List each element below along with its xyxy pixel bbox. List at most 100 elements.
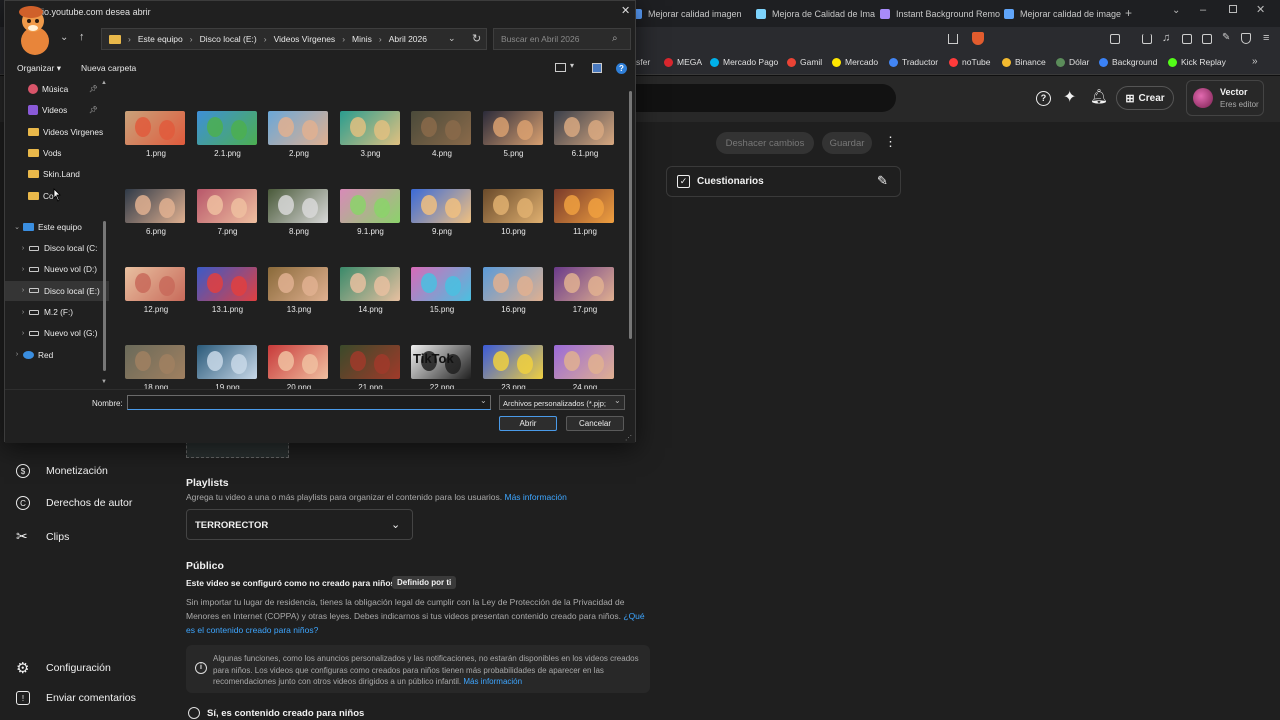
minimize-icon[interactable]: – [1200, 4, 1206, 16]
browser-tab[interactable]: Mejora de Calidad de Ima [756, 4, 875, 24]
tab-list-icon[interactable]: ⌄ [1172, 5, 1180, 16]
file-item[interactable]: 8.png [268, 189, 330, 251]
new-folder-button[interactable]: Nueva carpeta [81, 63, 136, 73]
channel-switcher[interactable]: Vector Eres editor [1186, 80, 1264, 116]
notifications-icon[interactable]: 🔔︎ [1090, 88, 1108, 105]
sidebar-item-monetization[interactable]: $ Monetización [16, 464, 108, 478]
playlists-more-info-link[interactable]: Más información [504, 492, 566, 502]
chevron-right-icon[interactable]: › [17, 330, 29, 337]
view-options-icon[interactable] [555, 63, 566, 72]
filename-input[interactable]: ⌄ [127, 395, 491, 410]
search-input[interactable]: Buscar en Abril 2026 ⌕ [493, 28, 631, 50]
nav-scroll-up-icon[interactable]: ▲ [101, 80, 107, 86]
file-item[interactable]: 16.png [482, 267, 545, 329]
save-button[interactable]: Guardar [822, 132, 872, 154]
extension-icon[interactable]: ✎ [1222, 32, 1230, 43]
file-item[interactable]: 21.png [339, 345, 402, 389]
new-tab-button[interactable]: + [1125, 6, 1132, 20]
open-button[interactable]: Abrir [499, 416, 557, 431]
file-item[interactable]: 1.png [125, 111, 187, 173]
breadcrumb-item[interactable]: Abril 2026 [389, 34, 427, 44]
preview-pane-icon[interactable] [592, 63, 602, 73]
tree-item[interactable]: › Disco local (C: [5, 238, 109, 258]
file-item[interactable]: 2.png [268, 111, 330, 173]
filename-dropdown-icon[interactable]: ⌄ [480, 396, 487, 405]
file-item[interactable]: 6.1.png [554, 111, 616, 173]
nav-scrollbar[interactable] [103, 221, 106, 371]
file-item[interactable]: 24.png [554, 345, 616, 389]
nav-item[interactable]: Skin.Land [5, 164, 109, 184]
file-item[interactable]: TikTok 22.png [411, 345, 473, 389]
nav-scroll-down-icon[interactable]: ▼ [101, 379, 107, 385]
file-item[interactable]: 14.png [339, 267, 402, 329]
file-item[interactable]: 12.png [125, 267, 187, 329]
nav-item[interactable]: Videos Virgenes [5, 122, 109, 142]
playlist-dropdown[interactable]: TERRORECTOR ⌄ [186, 509, 413, 540]
chevron-right-icon[interactable]: › [11, 351, 23, 358]
browser-tab[interactable]: Instant Background Remo [880, 4, 1000, 24]
maximize-icon[interactable] [1229, 5, 1237, 13]
breadcrumb-item[interactable]: Videos Virgenes [274, 34, 336, 44]
tree-item[interactable]: › Disco local (E:) [5, 280, 109, 301]
address-dropdown-icon[interactable]: ⌄ [448, 33, 456, 44]
quiz-card[interactable]: ✓ Cuestionarios ✎ [666, 166, 901, 197]
tree-item[interactable]: ⌄ Este equipo [5, 217, 109, 237]
breadcrumb-item[interactable]: Disco local (E:) [200, 34, 257, 44]
file-item[interactable]: 6.png [125, 189, 187, 251]
share-icon[interactable] [948, 34, 958, 44]
file-item[interactable]: 18.png [125, 345, 187, 389]
sidebar-icon[interactable] [1182, 34, 1192, 44]
chevron-down-icon[interactable]: ⌄ [11, 223, 23, 231]
organize-menu[interactable]: Organizar ▾ [17, 63, 61, 74]
tree-item[interactable]: › Red [5, 345, 109, 365]
file-item[interactable]: 15.png [411, 267, 473, 329]
nav-item[interactable]: Videos 📌︎ [5, 100, 109, 120]
bookmark-item[interactable]: sfer [636, 57, 650, 67]
chevron-right-icon[interactable]: › [17, 245, 29, 252]
file-item[interactable]: 23.png [482, 345, 545, 389]
tree-item[interactable]: › Nuevo vol (D:) [5, 259, 109, 279]
help-icon[interactable]: ? [1036, 91, 1051, 106]
file-item[interactable]: 10.png [482, 189, 545, 251]
tree-item[interactable]: › Nuevo vol (G:) [5, 323, 109, 343]
resize-grip-icon[interactable]: ⋰ [625, 434, 632, 442]
radio-made-for-kids[interactable]: Sí, es contenido creado para niños [188, 707, 364, 719]
bookmark-item[interactable]: Dólar [1056, 57, 1089, 67]
brave-shield-icon[interactable] [972, 32, 984, 45]
dialog-close-icon[interactable]: ✕ [621, 4, 630, 17]
bookmark-item[interactable]: Mercado [832, 57, 878, 67]
sidebar-item-feedback[interactable]: ! Enviar comentarios [16, 691, 136, 705]
vpn-icon[interactable] [1241, 33, 1251, 44]
sidebar-item-clips[interactable]: ✂ Clips [16, 528, 69, 545]
file-item[interactable]: 3.png [339, 111, 402, 173]
help-icon[interactable]: ? [616, 63, 627, 74]
file-item[interactable]: 20.png [268, 345, 330, 389]
download-icon[interactable] [1142, 34, 1152, 44]
media-icon[interactable]: ♫ [1162, 32, 1170, 44]
chevron-right-icon[interactable]: › [17, 287, 29, 294]
file-item[interactable]: 4.png [411, 111, 473, 173]
bookmark-item[interactable]: Traductor [889, 57, 938, 67]
file-item[interactable]: 2.1.png [196, 111, 259, 173]
sidebar-item-copyright[interactable]: C Derechos de autor [16, 496, 132, 510]
nav-item[interactable]: Vods [5, 143, 109, 163]
breadcrumb-item[interactable]: Este equipo [138, 34, 183, 44]
file-scrollbar[interactable] [629, 91, 632, 339]
bookmark-item[interactable]: MEGA [664, 57, 702, 67]
back-chevron-icon[interactable]: ⌄ [60, 32, 68, 43]
breadcrumb-item[interactable]: Minis [352, 34, 372, 44]
nav-item[interactable]: Música 📌︎ [5, 79, 109, 99]
file-item[interactable]: 11.png [554, 189, 616, 251]
file-item[interactable]: 9.png [411, 189, 473, 251]
file-item[interactable]: 17.png [554, 267, 616, 329]
more-bookmarks-icon[interactable]: » [1252, 56, 1258, 67]
menu-icon[interactable]: ≡ [1263, 32, 1269, 44]
close-window-icon[interactable]: ✕ [1256, 3, 1265, 16]
chevron-right-icon[interactable]: › [17, 309, 29, 316]
file-item[interactable]: 5.png [482, 111, 545, 173]
sidebar-item-settings[interactable]: ⚙ Configuración [16, 659, 111, 677]
filetype-select[interactable]: Archivos personalizados (*.pjp; ⌄ [499, 395, 625, 410]
bookmark-item[interactable]: Kick Replay [1168, 57, 1226, 67]
create-button[interactable]: ⊞ Crear [1116, 86, 1174, 110]
file-item[interactable]: 13.1.png [196, 267, 259, 329]
